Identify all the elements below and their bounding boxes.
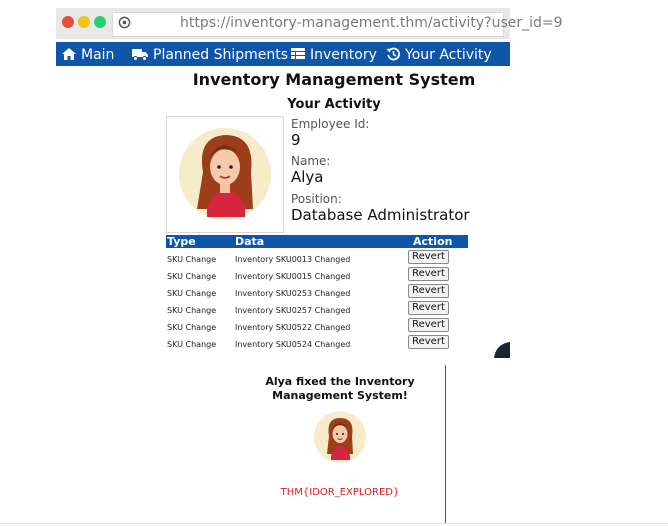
revert-button[interactable]: Revert bbox=[408, 267, 449, 281]
flag-text: THM{IDOR_EXPLORED} bbox=[280, 487, 400, 498]
row-type: SKU Change bbox=[167, 272, 217, 281]
maximize-window-dot[interactable] bbox=[94, 16, 106, 28]
row-data: Inventory SKU0257 Changed bbox=[235, 306, 351, 315]
table-row: SKU Change Inventory SKU0257 Changed Rev… bbox=[166, 301, 468, 318]
nav-item-your-activity[interactable]: Your Activity bbox=[386, 47, 492, 63]
section-title: Your Activity bbox=[287, 97, 381, 112]
nav-item-label: Planned Shipments bbox=[153, 47, 289, 63]
nav-item-label: Inventory bbox=[310, 47, 377, 63]
revert-button[interactable]: Revert bbox=[408, 284, 449, 298]
nav-item-planned-shipments[interactable]: Planned Shipments bbox=[131, 47, 288, 63]
nav-item-label: Main bbox=[81, 47, 115, 63]
table-row: SKU Change Inventory SKU0253 Changed Rev… bbox=[166, 284, 468, 301]
user-avatar-icon bbox=[314, 411, 366, 463]
revert-button[interactable]: Revert bbox=[408, 250, 449, 264]
row-data: Inventory SKU0522 Changed bbox=[235, 323, 351, 332]
nav-item-main[interactable]: Main bbox=[61, 47, 114, 63]
name-label: Name: bbox=[291, 154, 331, 168]
site-icon bbox=[118, 16, 131, 29]
divider bbox=[445, 365, 446, 523]
row-data: Inventory SKU0015 Changed bbox=[235, 272, 351, 281]
row-type: SKU Change bbox=[167, 306, 217, 315]
page-bottom-border bbox=[0, 523, 668, 524]
history-icon bbox=[386, 47, 400, 61]
profile-photo bbox=[166, 116, 284, 233]
close-window-dot[interactable] bbox=[62, 16, 74, 28]
success-message: Alya fixed the Inventory Management Syst… bbox=[265, 375, 415, 402]
user-avatar-icon bbox=[179, 128, 271, 220]
row-type: SKU Change bbox=[167, 323, 217, 332]
page-title: Inventory Management System bbox=[192, 70, 476, 89]
employee-id-label: Employee Id: bbox=[291, 117, 370, 131]
name-value: Alya bbox=[291, 168, 324, 186]
nav-item-inventory[interactable]: Inventory bbox=[290, 47, 377, 63]
revert-button[interactable]: Revert bbox=[408, 301, 449, 315]
column-header-data: Data bbox=[235, 235, 265, 248]
nav-item-label: Your Activity bbox=[405, 47, 492, 63]
table-row: SKU Change Inventory SKU0013 Changed Rev… bbox=[166, 250, 468, 267]
row-data: Inventory SKU0013 Changed bbox=[235, 255, 351, 264]
home-icon bbox=[62, 48, 76, 60]
row-data: Inventory SKU0524 Changed bbox=[235, 340, 351, 349]
minimize-window-dot[interactable] bbox=[78, 16, 90, 28]
row-type: SKU Change bbox=[167, 289, 217, 298]
row-type: SKU Change bbox=[167, 255, 217, 264]
position-label: Position: bbox=[291, 192, 342, 206]
truck-icon bbox=[132, 49, 148, 61]
position-value: Database Administrator bbox=[291, 206, 470, 224]
table-icon bbox=[291, 48, 305, 59]
table-row: SKU Change Inventory SKU0522 Changed Rev… bbox=[166, 318, 468, 335]
row-data: Inventory SKU0253 Changed bbox=[235, 289, 351, 298]
row-type: SKU Change bbox=[167, 340, 217, 349]
table-row: SKU Change Inventory SKU0524 Changed Rev… bbox=[166, 335, 468, 352]
column-header-action: Action bbox=[413, 235, 453, 248]
revert-button[interactable]: Revert bbox=[408, 318, 449, 332]
table-row: SKU Change Inventory SKU0015 Changed Rev… bbox=[166, 267, 468, 284]
revert-button[interactable]: Revert bbox=[408, 335, 449, 349]
column-header-type: Type bbox=[167, 235, 196, 248]
table-header: Type Data Action bbox=[166, 235, 468, 248]
floating-widget-edge[interactable] bbox=[492, 340, 510, 358]
employee-id-value: 9 bbox=[291, 131, 301, 149]
address-bar-url[interactable]: https://inventory-management.thm/activit… bbox=[180, 15, 563, 31]
